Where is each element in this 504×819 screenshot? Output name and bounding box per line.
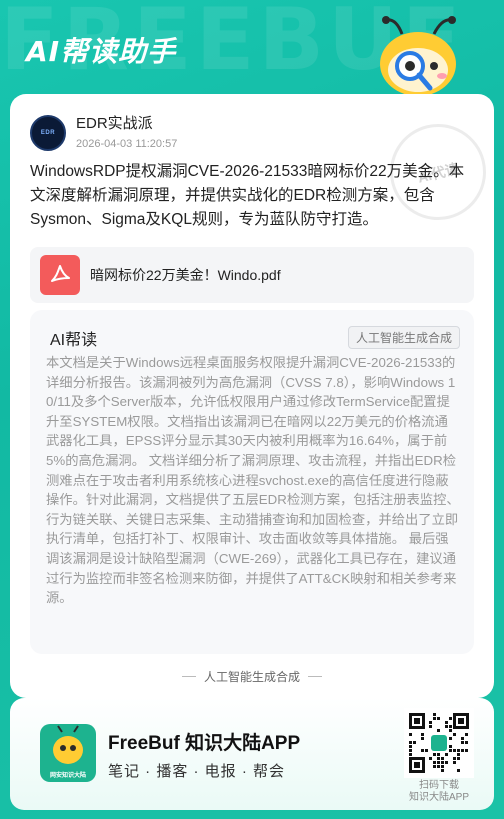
- app-feature-tags: 笔记 · 播客 · 电报 · 帮会: [108, 763, 285, 780]
- page-title: AI帮读助手: [26, 35, 177, 68]
- app-title: FreeBuf 知识大陆APP: [108, 733, 301, 754]
- qr-caption-line2: 知识大陆APP: [408, 792, 469, 803]
- qr-caption: 扫码下载 知识大陆APP: [390, 780, 488, 804]
- card-footer: 人工智能生成合成: [10, 668, 494, 685]
- content-card: AI代读 EDR EDR实战派 2026-04-03 11:20:57 Wind…: [10, 94, 494, 698]
- avatar-text: EDR: [40, 130, 56, 136]
- ai-read-title: AI帮读: [50, 332, 98, 349]
- divider: [308, 676, 322, 677]
- ai-read-panel: AI帮读 人工智能生成合成 本文档是关于Windows远程桌面服务权限提升漏洞C…: [30, 310, 474, 654]
- ai-read-content: 本文档是关于Windows远程桌面服务权限提升漏洞CVE-2026-21533的…: [46, 355, 460, 606]
- post-timestamp: 2026-04-03 11:20:57: [76, 138, 178, 150]
- author-row[interactable]: EDR EDR实战派 2026-04-03 11:20:57: [30, 114, 177, 152]
- pdf-attachment[interactable]: 暗网标价22万美金！Windo.pdf: [30, 247, 474, 303]
- pdf-filename[interactable]: 暗网标价22万美金！Windo.pdf: [90, 265, 281, 285]
- divider: [181, 676, 196, 677]
- pdf-icon: [40, 255, 80, 295]
- app-icon-label: 网安知识大陆: [49, 773, 86, 779]
- avatar[interactable]: EDR: [30, 115, 66, 151]
- card-footer-label: 人工智能生成合成: [203, 670, 300, 684]
- qr-code[interactable]: [404, 708, 474, 778]
- app-promo-banner[interactable]: 网安知识大陆 FreeBuf 知识大陆APP 笔记 · 播客 · 电报 · 帮会…: [10, 698, 494, 810]
- author-name[interactable]: EDR实战派: [76, 114, 177, 134]
- qr-caption-line1: 扫码下载: [419, 780, 459, 791]
- post-summary: WindowsRDP提权漏洞CVE-2026-21533暗网标价22万美金。本文…: [30, 163, 465, 228]
- ai-generated-badge: 人工智能生成合成: [347, 326, 460, 349]
- mascot-bee-icon: [380, 16, 456, 96]
- app-logo-icon[interactable]: 网安知识大陆: [40, 724, 96, 782]
